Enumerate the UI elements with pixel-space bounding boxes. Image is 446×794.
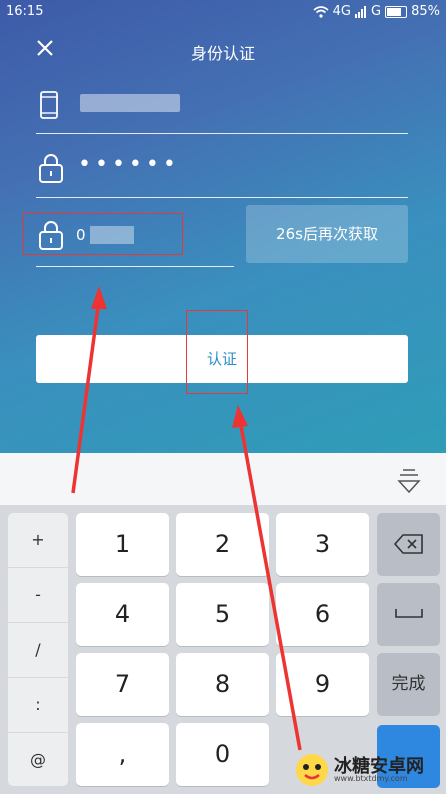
watermark: 冰糖安卓网 www.btxtdmy.com [292, 750, 442, 790]
watermark-logo [296, 754, 328, 786]
annotation-arrows [71, 286, 302, 751]
watermark-url: www.btxtdmy.com [334, 774, 408, 783]
